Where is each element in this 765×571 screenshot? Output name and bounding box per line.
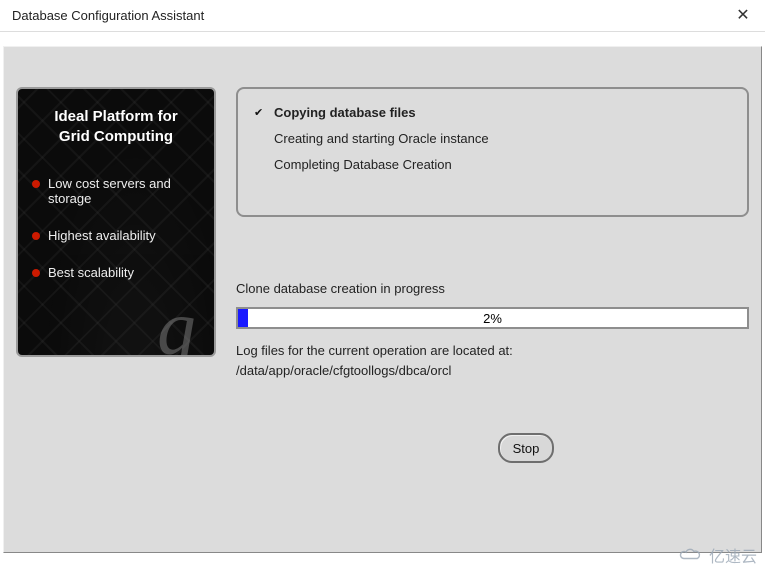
step-label: Completing Database Creation <box>274 157 452 172</box>
bullet-icon <box>32 269 40 277</box>
window-title: Database Configuration Assistant <box>12 8 204 23</box>
banner-title: Ideal Platform for Grid Computing <box>32 107 200 148</box>
bullet-icon <box>32 232 40 240</box>
banner-bullet: Low cost servers and storage <box>32 176 200 206</box>
banner-title-line2: Grid Computing <box>59 128 173 145</box>
progress-percent-label: 2% <box>238 311 747 326</box>
log-caption: Log files for the current operation are … <box>236 343 749 358</box>
titlebar: Database Configuration Assistant ✕ <box>0 0 765 32</box>
main-panel: Ideal Platform for Grid Computing Low co… <box>3 46 762 553</box>
side-banner: Ideal Platform for Grid Computing Low co… <box>16 87 216 357</box>
watermark: 亿速云 <box>677 543 757 567</box>
progress-bar: 2% <box>236 307 749 329</box>
step-label: Creating and starting Oracle instance <box>274 131 489 146</box>
step-label: Copying database files <box>274 105 416 120</box>
bullet-icon <box>32 180 40 188</box>
steps-panel: ✔ Copying database files ✔ Creating and … <box>236 87 749 217</box>
step-row: ✔ Completing Database Creation <box>254 151 731 177</box>
log-path: /data/app/oracle/cfgtoollogs/dbca/orcl <box>236 363 749 378</box>
status-text: Clone database creation in progress <box>236 281 749 296</box>
step-row: ✔ Creating and starting Oracle instance <box>254 125 731 151</box>
check-icon: ✔ <box>254 106 266 119</box>
banner-title-line1: Ideal Platform for <box>54 108 177 125</box>
banner-bullet-label: Highest availability <box>48 228 156 243</box>
banner-bullet-label: Best scalability <box>48 265 134 280</box>
watermark-text: 亿速云 <box>709 543 757 567</box>
banner-decoration: g <box>157 283 196 357</box>
banner-bullet-label: Low cost servers and storage <box>48 176 200 206</box>
cloud-icon <box>677 547 705 563</box>
banner-bullet: Best scalability <box>32 265 200 280</box>
stop-button[interactable]: Stop <box>498 433 554 463</box>
close-icon[interactable]: ✕ <box>731 8 755 24</box>
stop-button-label: Stop <box>513 441 540 456</box>
step-row: ✔ Copying database files <box>254 99 731 125</box>
banner-bullet: Highest availability <box>32 228 200 243</box>
